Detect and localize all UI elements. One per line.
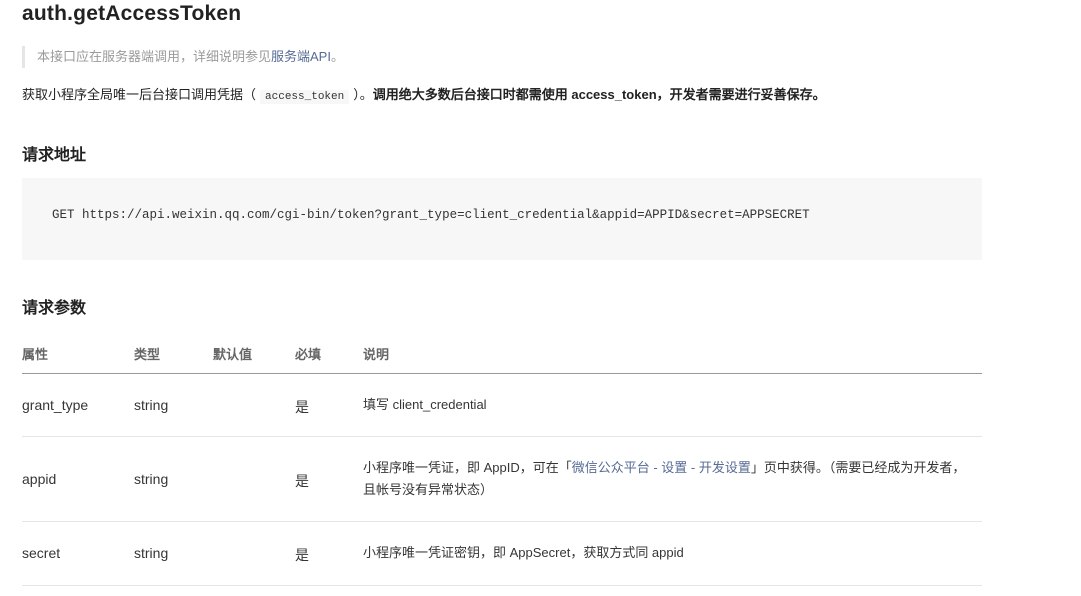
request-url-heading: 请求地址	[22, 147, 87, 164]
param-type: string	[134, 397, 169, 413]
param-name: secret	[22, 545, 61, 561]
param-required: 是	[295, 473, 309, 489]
header-required: 必填	[295, 347, 322, 362]
note-suffix: 。	[330, 49, 344, 64]
param-name: appid	[22, 471, 57, 487]
desc-bold: 调用绝大多数后台接口时都需使用 access_token，开发者需要进行妥善保存…	[372, 87, 826, 102]
header-desc: 说明	[363, 347, 390, 362]
note-text: 本接口应在服务器端调用，详细说明参见	[37, 49, 272, 64]
request-url-code: GET https://api.weixin.qq.com/cgi-bin/to…	[52, 208, 810, 222]
param-type: string	[134, 471, 169, 487]
header-attr: 属性	[22, 347, 49, 362]
server-side-note: 本接口应在服务器端调用，详细说明参见服务端API。	[22, 46, 344, 68]
param-desc: 小程序唯一凭证，即 AppID，可在「微信公众平台 - 设置 - 开发设置」页中…	[363, 457, 978, 501]
header-type: 类型	[134, 347, 161, 362]
desc-part2: ）。	[353, 87, 373, 102]
param-name: grant_type	[22, 397, 89, 413]
request-url-codebox: GET https://api.weixin.qq.com/cgi-bin/to…	[22, 178, 982, 260]
table-row: appid string 是 小程序唯一凭证，即 AppID，可在「微信公众平台…	[22, 437, 982, 522]
table-row: grant_type string 是 填写 client_credential	[22, 374, 982, 437]
table-header: 属性 类型 默认值 必填 说明	[22, 334, 982, 374]
desc-prefix: 小程序唯一凭证，即 AppID，可在「	[363, 460, 572, 475]
server-api-link[interactable]: 服务端API	[271, 49, 331, 64]
table-row: secret string 是 小程序唯一凭证密钥，即 AppSecret，获取…	[22, 522, 982, 586]
access-token-code: access_token	[260, 90, 350, 104]
header-default: 默认值	[213, 347, 253, 362]
params-heading: 请求参数	[22, 300, 87, 317]
wechat-platform-settings-link[interactable]: 微信公众平台 - 设置 - 开发设置	[572, 460, 751, 475]
param-desc: 填写 client_credential	[363, 397, 487, 412]
params-table: 属性 类型 默认值 必填 说明 grant_type string 是 填写 c…	[22, 334, 982, 586]
param-type: string	[134, 545, 169, 561]
desc-part1: 获取小程序全局唯一后台接口调用凭据（	[22, 87, 257, 102]
param-required: 是	[295, 547, 309, 563]
page-title: auth.getAccessToken	[22, 2, 242, 25]
param-desc: 小程序唯一凭证密钥，即 AppSecret，获取方式同 appid	[363, 545, 684, 560]
api-description: 获取小程序全局唯一后台接口调用凭据（ access_token ）。调用绝大多数后台…	[22, 84, 826, 108]
param-required: 是	[295, 399, 309, 415]
